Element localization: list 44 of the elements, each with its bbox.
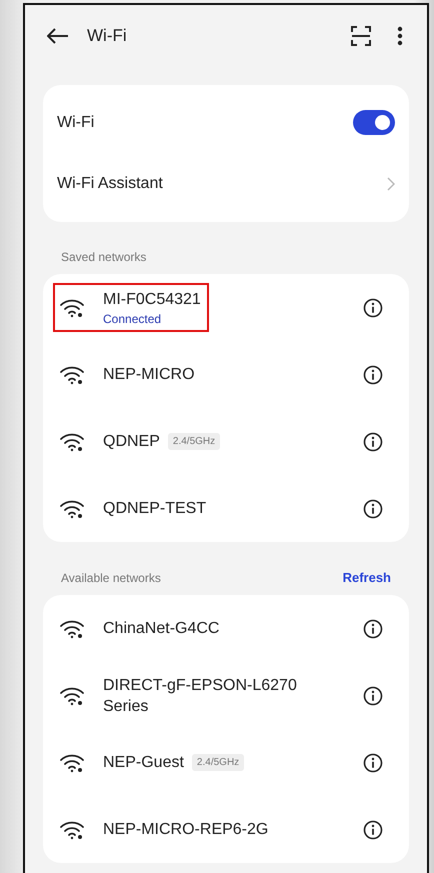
wifi-signal-icon [59, 498, 85, 518]
network-name: NEP-Guest [103, 753, 184, 773]
page-title: Wi-Fi [87, 26, 127, 46]
network-name: DIRECT-gF-EPSON-L6270 Series [103, 676, 298, 716]
info-icon[interactable] [363, 686, 383, 706]
band-tag: 2.4/5GHz [168, 433, 220, 450]
section-title: Saved networks [61, 250, 146, 264]
network-row[interactable]: NEP-MICRO-REP6-2G [57, 796, 395, 863]
info-icon[interactable] [363, 298, 383, 318]
network-row[interactable]: ChinaNet-G4CC [57, 595, 395, 662]
refresh-link[interactable]: Refresh [342, 570, 391, 585]
network-name: QDNEP-TEST [103, 499, 206, 519]
more-menu-icon[interactable] [397, 26, 403, 46]
wifi-toggle[interactable] [353, 110, 395, 135]
network-row[interactable]: MI-F0C54321 Connected [57, 274, 395, 341]
network-row[interactable]: NEP-MICRO [57, 341, 395, 408]
network-name: ChinaNet-G4CC [103, 619, 220, 639]
network-row[interactable]: DIRECT-gF-EPSON-L6270 Series [57, 662, 395, 729]
info-icon[interactable] [363, 820, 383, 840]
info-icon[interactable] [363, 364, 383, 384]
wifi-signal-icon [59, 686, 85, 706]
info-icon[interactable] [363, 432, 383, 452]
wifi-signal-icon [59, 364, 85, 384]
wifi-signal-icon [59, 618, 85, 638]
network-row[interactable]: QDNEP-TEST [57, 475, 395, 542]
network-name: NEP-MICRO [103, 365, 195, 385]
wifi-signal-icon [59, 820, 85, 840]
wifi-signal-icon [59, 432, 85, 452]
info-icon[interactable] [363, 498, 383, 518]
wifi-label: Wi-Fi [57, 114, 94, 132]
network-name: NEP-MICRO-REP6-2G [103, 820, 268, 840]
network-name: MI-F0C54321 [103, 290, 201, 310]
info-icon[interactable] [363, 618, 383, 638]
wifi-signal-icon [59, 298, 85, 318]
section-title: Available networks [61, 570, 161, 584]
info-icon[interactable] [363, 752, 383, 772]
chevron-icon [387, 176, 395, 190]
band-tag: 2.4/5GHz [192, 754, 244, 771]
network-name: QDNEP [103, 432, 160, 452]
wifi-signal-icon [59, 752, 85, 772]
network-row[interactable]: NEP-Guest 2.4/5GHz [57, 729, 395, 796]
network-row[interactable]: QDNEP 2.4/5GHz [57, 408, 395, 475]
connection-status: Connected [103, 312, 162, 326]
wifi-assistant-label[interactable]: Wi-Fi Assistant [57, 174, 163, 192]
